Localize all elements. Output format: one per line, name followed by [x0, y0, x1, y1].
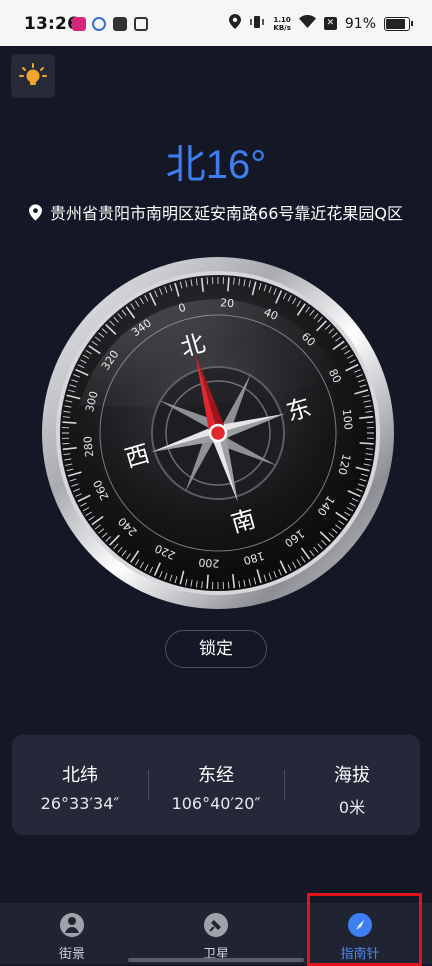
location-icon [229, 14, 242, 33]
longitude-value: 106°40′20″ [171, 794, 261, 813]
lightbulb-icon [19, 63, 47, 85]
sim-status-icon: ✕ [323, 17, 337, 30]
compass-degree-label: 100 [340, 408, 355, 430]
current-address: 贵州省贵阳市南明区延安南路66号靠近花果园Q区 [0, 200, 432, 224]
app-notification-icon [113, 17, 127, 31]
network-speed: 1.10 KB/s [273, 15, 291, 32]
status-bar: 13:26 1.10 KB/s ✕ 91% [0, 0, 432, 46]
address-text: 贵州省贵阳市南明区延安南路66号靠近花果园Q区 [50, 204, 403, 223]
latitude-value: 26°33′34″ [40, 794, 120, 813]
location-pin-icon [29, 203, 43, 221]
compass-dial: 0204060801001201401601802002202402602803… [40, 255, 396, 611]
compass-icon [348, 913, 372, 937]
altitude-value: 0米 [338, 798, 366, 817]
home-indicator [128, 958, 304, 962]
altitude-item: 海拔 0米 [284, 735, 420, 835]
nav-compass[interactable]: 指南针 [288, 893, 432, 966]
vibrate-icon [249, 15, 265, 33]
longitude-label: 东经 [198, 765, 234, 786]
longitude-item: 东经 106°40′20″ [148, 735, 284, 835]
app-notification-icon [92, 17, 106, 31]
nav-compass-label: 指南针 [340, 947, 380, 962]
app-notification-icon [134, 17, 148, 31]
app-notification-icon [72, 17, 86, 31]
lock-button[interactable]: 锁定 [165, 630, 267, 668]
flashlight-button[interactable] [11, 54, 55, 98]
street-view-icon [60, 913, 84, 937]
satellite-icon [204, 913, 228, 937]
coordinates-panel: 北纬 26°33′34″ 东经 106°40′20″ 海拔 0米 [12, 735, 420, 835]
latitude-label: 北纬 [62, 765, 98, 786]
bottom-navigation: 街景 卫星 指南针 [0, 893, 432, 966]
compass-degree-label: 280 [81, 435, 96, 457]
nav-street-view[interactable]: 街景 [0, 903, 144, 964]
nav-street-view-label: 街景 [58, 947, 85, 962]
compass-heading: 北16° [165, 143, 267, 187]
compass-degree-label: 200 [198, 555, 220, 569]
status-time: 13:26 [24, 14, 80, 34]
wifi-icon [298, 15, 316, 32]
nav-satellite[interactable]: 卫星 [144, 903, 288, 964]
battery-percent: 91% [344, 15, 376, 32]
latitude-item: 北纬 26°33′34″ [12, 735, 148, 835]
altitude-label: 海拔 [334, 765, 370, 786]
battery-icon [384, 16, 413, 31]
